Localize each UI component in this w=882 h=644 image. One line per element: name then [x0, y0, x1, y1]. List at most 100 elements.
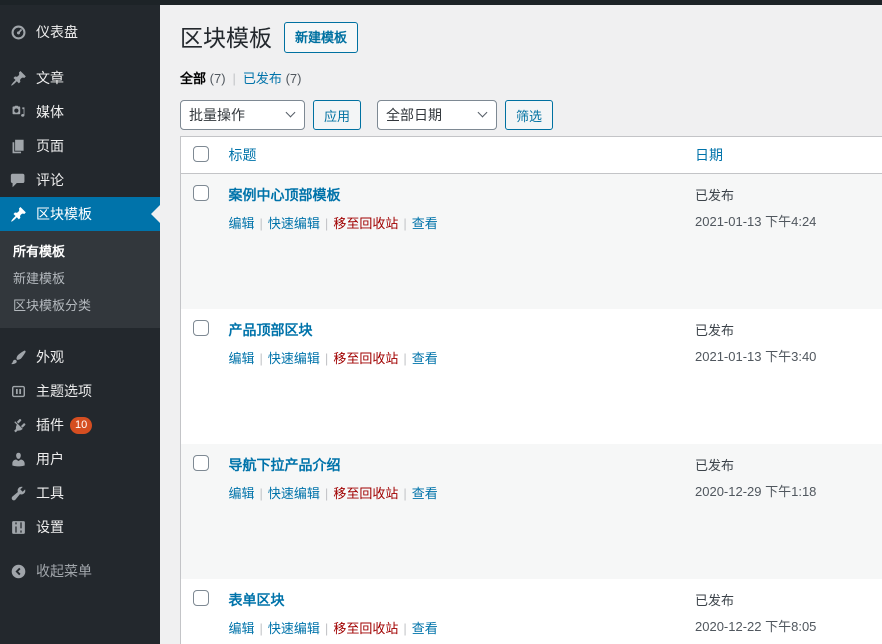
sidebar-item-主题选项[interactable]: 主题选项	[0, 374, 160, 408]
sidebar-item-设置[interactable]: 设置	[0, 510, 160, 544]
action-separator: |	[260, 621, 263, 636]
action-separator: |	[325, 486, 328, 501]
edit-link[interactable]: 编辑	[229, 621, 255, 636]
users-icon	[8, 449, 28, 469]
action-separator: |	[403, 216, 406, 231]
wordpress-admin: 仪表盘 文章 媒体 页面 评论 区块模板 所有模板新建模板区块模板分类 外观	[0, 0, 882, 644]
date-text: 2020-12-29 下午1:18	[695, 481, 872, 500]
quick-edit-link[interactable]: 快速编辑	[268, 351, 320, 366]
action-separator: |	[325, 351, 328, 366]
pin-icon	[8, 204, 28, 224]
table-row: 案例中心顶部模板 编辑|快速编辑|移至回收站|查看 已发布 2021-01-13…	[181, 174, 882, 309]
table-row: 导航下拉产品介绍 编辑 | 快速编辑 | 移至回收站 | 查看 已发布 2020-12-29…	[181, 444, 882, 579]
view-link[interactable]: 查看	[412, 486, 438, 501]
bulk-action-select-wrap: 批量操作	[180, 100, 305, 130]
date-text: 2021-01-13 下午4:24	[695, 211, 872, 230]
row-title-link[interactable]: 导航下拉产品介绍	[229, 457, 341, 473]
row-actions: 编辑 | 快速编辑 | 移至回收站 | 查看	[229, 483, 686, 502]
sidebar-item-用户[interactable]: 用户	[0, 442, 160, 476]
admin-sidebar: 仪表盘 文章 媒体 页面 评论 区块模板 所有模板新建模板区块模板分类 外观	[0, 0, 160, 644]
action-separator: |	[403, 351, 406, 366]
select-all-checkbox[interactable]	[193, 146, 209, 162]
sidebar-item-仪表盘[interactable]: 仪表盘	[0, 15, 160, 49]
edit-link[interactable]: 编辑	[229, 351, 255, 366]
media-icon	[8, 102, 28, 122]
tools-icon	[8, 483, 28, 503]
date-filter-select-wrap: 全部日期	[377, 100, 497, 130]
sidebar-submenu-item-所有模板[interactable]: 所有模板	[0, 238, 160, 265]
view-filter-已发布[interactable]: 已发布	[243, 71, 282, 86]
status-text: 已发布	[695, 455, 872, 474]
sidebar-item-区块模板[interactable]: 区块模板	[0, 197, 160, 231]
edit-link[interactable]: 编辑	[229, 216, 255, 231]
view-filter-全部[interactable]: 全部	[180, 71, 206, 86]
admin-top-bar	[0, 0, 882, 5]
pages-icon	[8, 136, 28, 156]
row-title-link[interactable]: 表单区块	[229, 592, 285, 608]
view-count: (7)	[210, 71, 226, 86]
comments-icon	[8, 170, 28, 190]
row-checkbox[interactable]	[193, 590, 209, 606]
row-actions: 编辑 | 快速编辑 | 移至回收站 | 查看	[229, 213, 686, 232]
sidebar-item-页面[interactable]: 页面	[0, 129, 160, 163]
sidebar-submenu-item-区块模板分类[interactable]: 区块模板分类	[0, 292, 160, 319]
sidebar-item-插件[interactable]: 插件 10	[0, 408, 160, 442]
view-link[interactable]: 查看	[412, 351, 438, 366]
sidebar-item-媒体[interactable]: 媒体	[0, 95, 160, 129]
page-title: 区块模板	[180, 23, 272, 53]
main-content: 区块模板 新建模板 全部 (7)|已发布 (7) 批量操作 应用 全部日期 筛选	[160, 0, 882, 644]
add-new-template-button[interactable]: 新建模板	[284, 22, 358, 53]
column-header-date[interactable]: 日期	[695, 137, 882, 174]
view-link[interactable]: 查看	[412, 621, 438, 636]
sidebar-item-收起菜单[interactable]: 收起菜单	[0, 554, 160, 588]
row-checkbox[interactable]	[193, 320, 209, 336]
trash-link[interactable]: 移至回收站	[333, 486, 398, 501]
view-count: (7)	[286, 71, 302, 86]
column-header-title[interactable]: 标题	[229, 137, 696, 174]
quick-edit-link[interactable]: 快速编辑	[268, 621, 320, 636]
edit-link[interactable]: 编辑	[229, 486, 255, 501]
table-row: 产品顶部区块 编辑|快速编辑|移至回收站|查看 已发布 2021-01-13 下…	[181, 309, 882, 444]
dashboard-icon	[8, 22, 28, 42]
sidebar-item-文章[interactable]: 文章	[0, 61, 160, 95]
view-filter-links: 全部 (7)|已发布 (7)	[180, 68, 882, 87]
templates-table: 标题 日期 案例中心顶部模板 编辑 | 快速编辑 | 移至回收站 | 查看 已发布 2021…	[180, 136, 882, 644]
action-separator: |	[260, 486, 263, 501]
sidebar-item-评论[interactable]: 评论	[0, 163, 160, 197]
row-checkbox[interactable]	[193, 185, 209, 201]
filter-button[interactable]: 筛选	[505, 100, 553, 130]
row-actions: 编辑|快速编辑|移至回收站|查看	[229, 348, 686, 367]
bulk-action-select[interactable]: 批量操作	[180, 100, 305, 130]
table-toolbar: 批量操作 应用 全部日期 筛选	[180, 100, 882, 130]
collapse-icon	[8, 561, 28, 581]
table-row: 表单区块 编辑|快速编辑|移至回收站|查看 已发布 2020-12-22 下午8…	[181, 579, 882, 644]
apply-button[interactable]: 应用	[313, 100, 361, 130]
row-checkbox[interactable]	[193, 455, 209, 471]
row-actions: 编辑|快速编辑|移至回收站|查看	[229, 618, 686, 637]
quick-edit-link[interactable]: 快速编辑	[268, 216, 320, 231]
row-title-link[interactable]: 案例中心顶部模板	[229, 187, 341, 203]
heading-row: 区块模板 新建模板	[180, 22, 882, 53]
pin-icon	[8, 68, 28, 88]
action-separator: |	[325, 621, 328, 636]
trash-link[interactable]: 移至回收站	[333, 216, 398, 231]
sidebar-submenu-item-新建模板[interactable]: 新建模板	[0, 265, 160, 292]
view-link[interactable]: 查看	[412, 216, 438, 231]
action-separator: |	[325, 216, 328, 231]
appearance-icon	[8, 347, 28, 367]
trash-link[interactable]: 移至回收站	[333, 351, 398, 366]
date-filter-select[interactable]: 全部日期	[377, 100, 497, 130]
status-text: 已发布	[695, 590, 872, 609]
date-text: 2020-12-22 下午8:05	[695, 616, 872, 635]
settings-icon	[8, 517, 28, 537]
theme-options-icon	[8, 381, 28, 401]
sidebar-submenu: 所有模板新建模板区块模板分类	[0, 231, 160, 328]
trash-link[interactable]: 移至回收站	[333, 621, 398, 636]
row-title-link[interactable]: 产品顶部区块	[229, 322, 313, 338]
action-separator: |	[403, 486, 406, 501]
sidebar-item-外观[interactable]: 外观	[0, 340, 160, 374]
sidebar-item-工具[interactable]: 工具	[0, 476, 160, 510]
date-text: 2021-01-13 下午3:40	[695, 346, 872, 365]
action-separator: |	[260, 216, 263, 231]
quick-edit-link[interactable]: 快速编辑	[268, 486, 320, 501]
